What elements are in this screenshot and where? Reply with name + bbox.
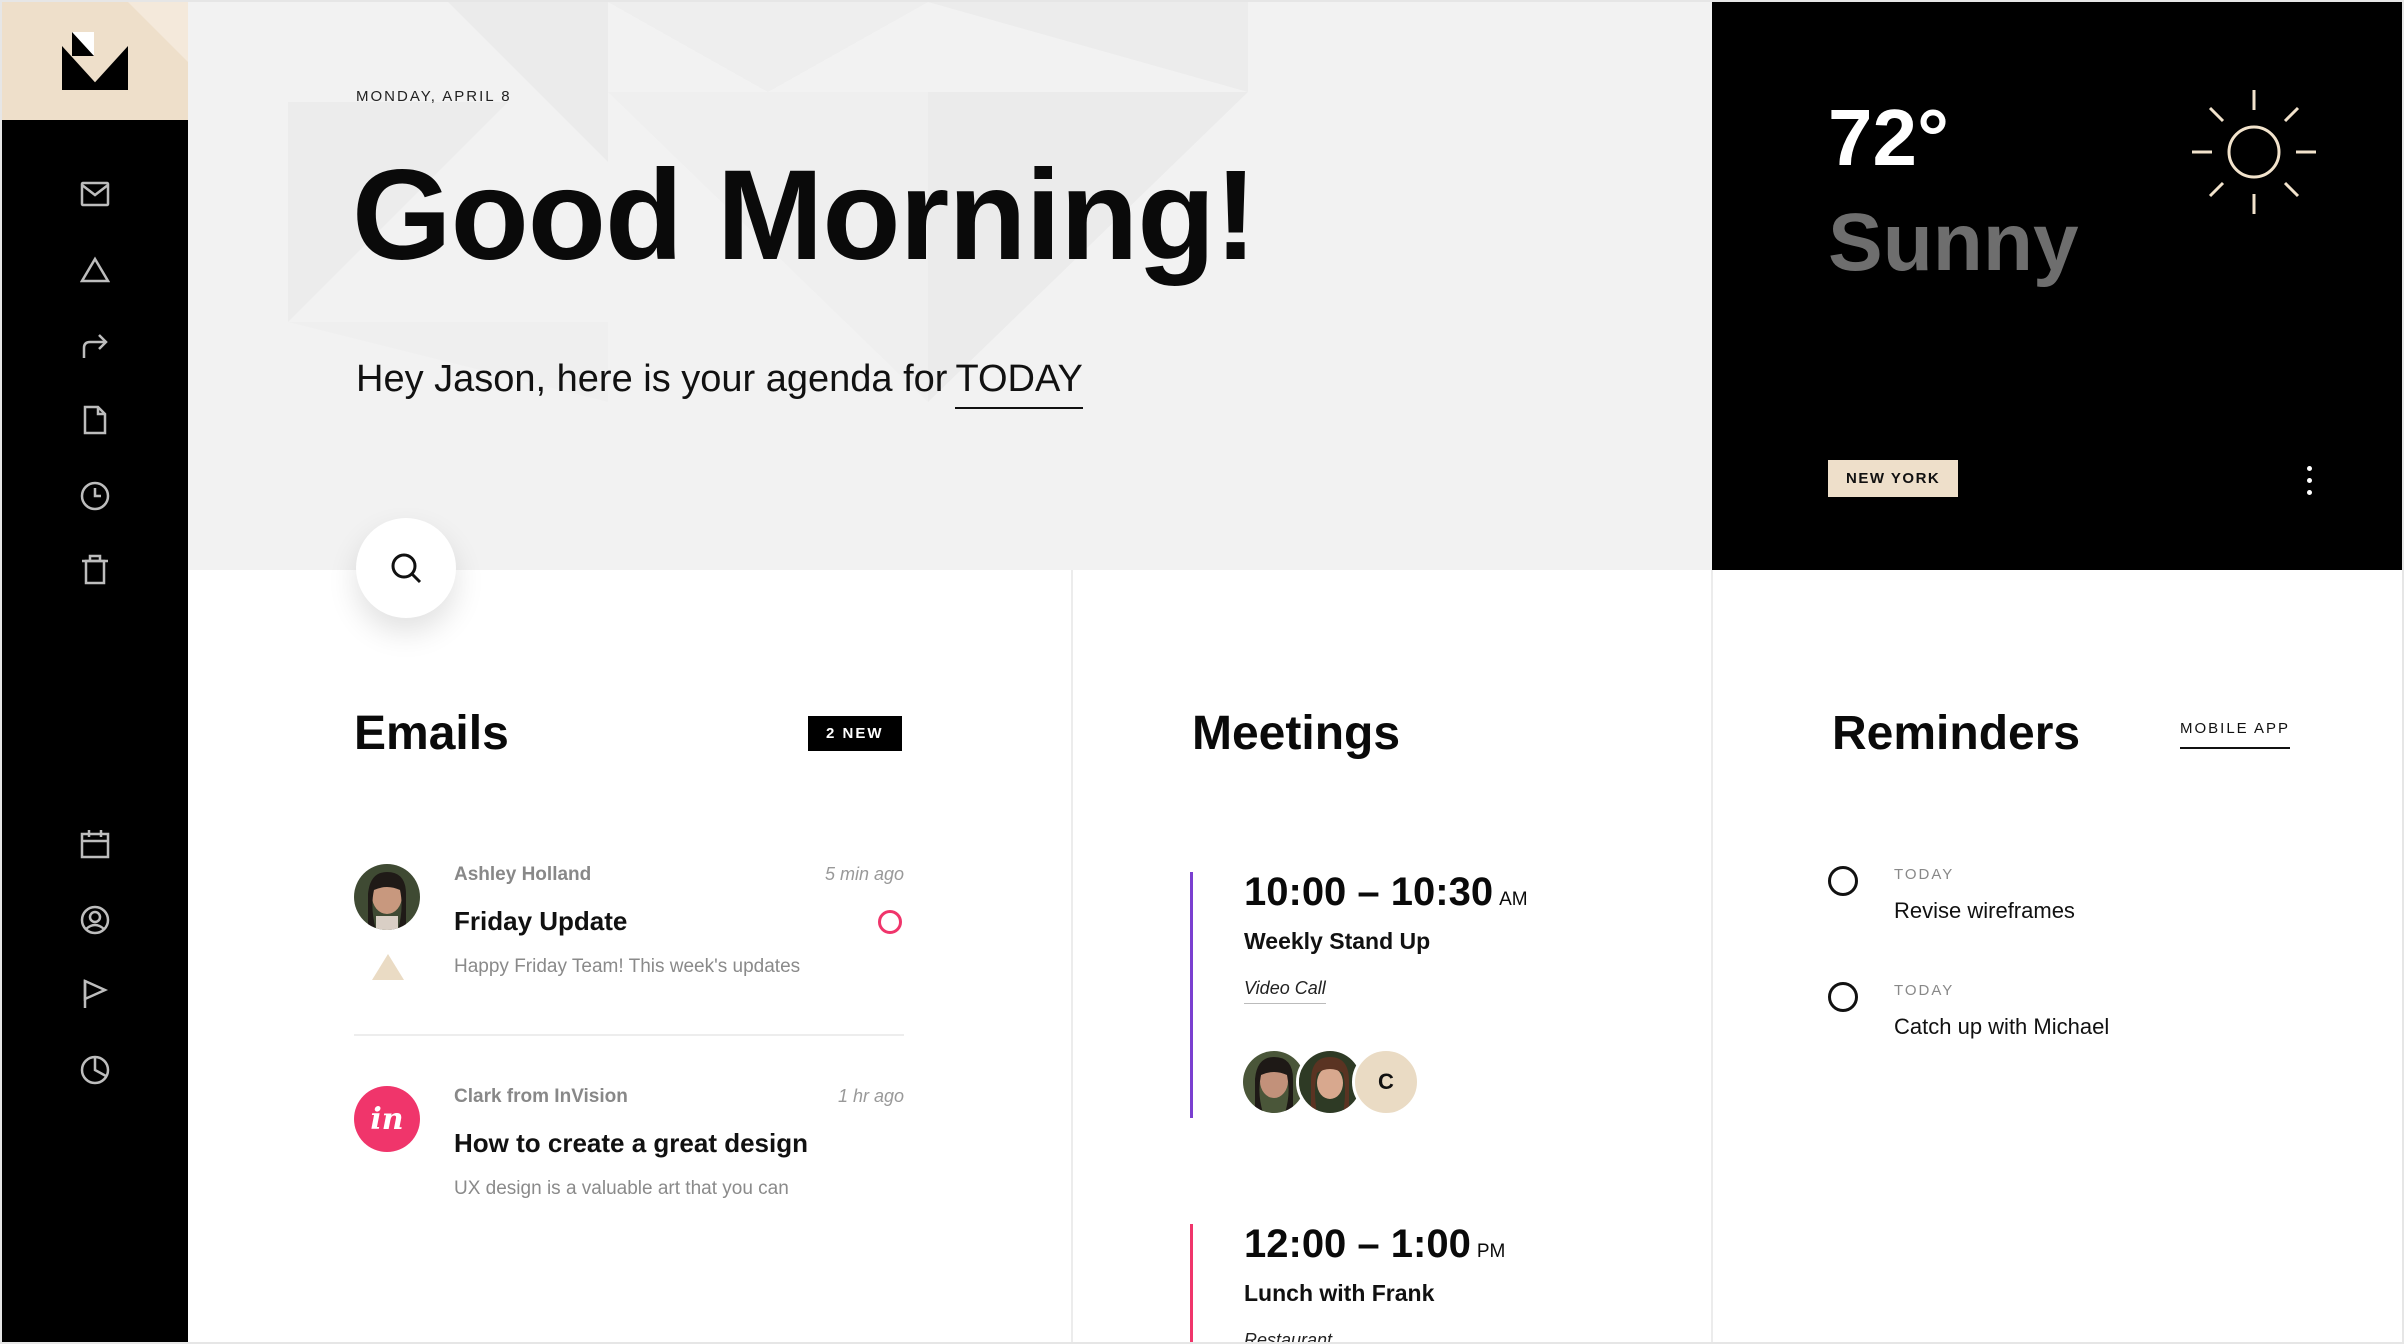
email-preview: Happy Friday Team! This week's updates <box>454 956 801 977</box>
mobile-app-link[interactable]: MOBILE APP <box>2180 720 2291 749</box>
reminder-item[interactable]: TODAY Catch up with Michael <box>1828 982 2328 1052</box>
logo-decoration <box>128 2 188 62</box>
email-preview: UX design is a valuable art that you can <box>454 1178 789 1199</box>
email-time: 1 hr ago <box>837 1086 904 1106</box>
reminder-text: Catch up with Michael <box>1894 1014 2110 1039</box>
meeting-ampm: PM <box>1476 1241 1506 1262</box>
more-options-icon[interactable] <box>2304 466 2314 496</box>
location-badge[interactable]: NEW YORK <box>1828 460 1959 497</box>
meeting-location[interactable]: Restaurant <box>1244 1330 1332 1342</box>
pie-chart-icon[interactable] <box>79 1054 111 1086</box>
sun-icon <box>2192 90 2316 214</box>
meeting-title: Weekly Stand Up <box>1244 928 1431 954</box>
user-profile-icon[interactable] <box>79 904 111 936</box>
unread-indicator <box>878 910 902 934</box>
app-frame: MONDAY, APRIL 8 Good Morning! Hey Jason,… <box>0 0 2404 1344</box>
current-date: MONDAY, APRIL 8 <box>356 88 512 105</box>
sidebar <box>2 2 188 1342</box>
document-icon[interactable] <box>79 404 111 436</box>
mail-icon[interactable] <box>79 178 111 210</box>
temperature: 72° <box>1828 93 1949 182</box>
meeting-item[interactable]: 10:00 – 10:30 AM Weekly Stand Up Video Ca… <box>1190 872 1610 1122</box>
agenda-text: Hey Jason, here is your agenda for <box>356 358 948 400</box>
email-time: 5 min ago <box>824 864 904 884</box>
avatar <box>354 864 420 930</box>
column-divider <box>1711 570 1713 1342</box>
reminder-checkbox[interactable] <box>1828 866 1858 896</box>
brand-logo-icon <box>62 32 128 90</box>
column-divider <box>1071 570 1073 1342</box>
today-link[interactable]: TODAY <box>955 358 1083 409</box>
meeting-accent-bar <box>1190 1224 1193 1342</box>
logo-area[interactable] <box>2 2 188 120</box>
emails-title: Emails <box>354 707 509 760</box>
share-arrow-icon[interactable] <box>79 330 111 362</box>
meeting-item[interactable]: 12:00 – 1:00 PM Lunch with Frank Restaura… <box>1190 1224 1610 1342</box>
search-button[interactable] <box>356 518 456 618</box>
warning-triangle-icon <box>372 954 404 980</box>
email-item[interactable]: in Clark from InVision 1 hr ago How to c… <box>354 1086 904 1206</box>
meeting-accent-bar <box>1190 872 1193 1118</box>
email-item[interactable]: Ashley Holland 5 min ago Friday Update H… <box>354 864 904 984</box>
meeting-time-range: 12:00 – 1:00 <box>1244 1222 1471 1266</box>
meeting-time-range: 10:00 – 10:30 <box>1244 870 1494 914</box>
weather-widget: 72° Sunny NEW YORK <box>1712 2 2402 570</box>
search-icon <box>391 553 422 584</box>
new-emails-badge[interactable]: 2 NEW <box>808 716 902 751</box>
greeting-heading: Good Morning! <box>352 144 1257 287</box>
meeting-ampm: AM <box>1499 889 1528 910</box>
email-sender: Clark from InVision <box>454 1086 628 1107</box>
reminders-title: Reminders <box>1832 707 2081 760</box>
attendee-initial: C <box>1378 1069 1394 1094</box>
reminder-item[interactable]: TODAY Revise wireframes <box>1828 866 2328 936</box>
reminder-text: Revise wireframes <box>1894 898 2075 923</box>
meeting-time: 10:00 – 10:30 AM <box>1244 872 1528 912</box>
email-sender: Ashley Holland <box>454 864 592 885</box>
trash-icon[interactable] <box>79 554 111 586</box>
email-subject: Friday Update <box>454 906 628 936</box>
clock-icon[interactable] <box>79 480 111 512</box>
agenda-subtitle: Hey Jason, here is your agenda for TODAY <box>356 358 1083 409</box>
email-divider <box>354 1034 904 1036</box>
reminder-label: TODAY <box>1894 866 1955 883</box>
meeting-time: 12:00 – 1:00 PM <box>1244 1224 1505 1264</box>
invision-avatar: in <box>354 1086 420 1152</box>
avatar-initials: in <box>370 1101 404 1137</box>
reminder-label: TODAY <box>1894 982 1955 999</box>
flag-icon[interactable] <box>79 978 111 1010</box>
email-subject: How to create a great design <box>454 1128 808 1158</box>
alert-triangle-icon[interactable] <box>79 254 111 286</box>
reminder-checkbox[interactable] <box>1828 982 1858 1012</box>
weather-condition: Sunny <box>1828 197 2079 288</box>
calendar-icon[interactable] <box>79 828 111 860</box>
greeting-hero: MONDAY, APRIL 8 Good Morning! Hey Jason,… <box>188 2 1712 570</box>
meetings-title: Meetings <box>1192 707 1401 760</box>
attendee-initial-avatar[interactable]: C <box>1352 1048 1420 1116</box>
meeting-title: Lunch with Frank <box>1244 1280 1435 1306</box>
meeting-location[interactable]: Video Call <box>1244 978 1326 1004</box>
